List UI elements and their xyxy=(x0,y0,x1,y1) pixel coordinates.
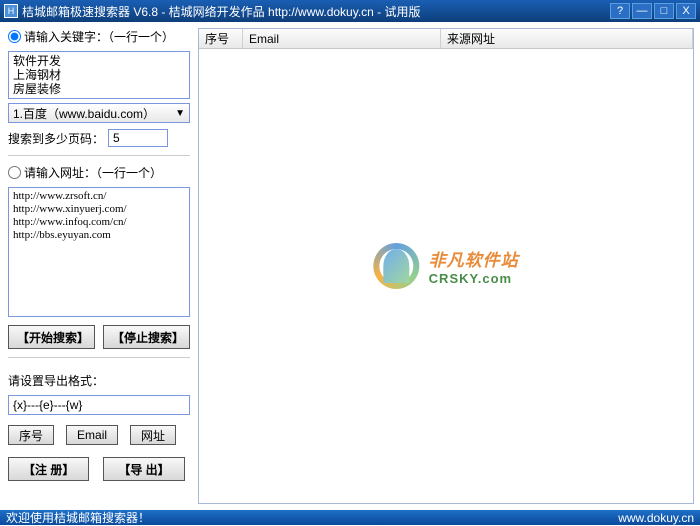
url-line: http://bbs.eyuyan.com xyxy=(13,229,185,242)
col-source-url[interactable]: 来源网址 xyxy=(441,29,693,48)
export-button[interactable]: 【导 出】 xyxy=(103,457,184,481)
keyword-line: 上海钢材 xyxy=(13,68,185,82)
main-area: 请输入关键字：（一行一个） 软件开发 上海钢材 房屋装修 1.百度（www.ba… xyxy=(0,22,700,510)
window-controls: ? — □ X xyxy=(610,3,696,19)
maximize-button[interactable]: □ xyxy=(654,3,674,19)
page-count-input[interactable] xyxy=(108,129,168,147)
watermark-logo-icon xyxy=(373,243,419,289)
keyword-label: 请输入关键字：（一行一个） xyxy=(24,28,174,45)
right-panel: 序号 Email 来源网址 非凡软件站 CRSKY.com xyxy=(198,22,700,510)
window-title: 桔城邮箱极速搜索器 V6.8 - 桔城网络开发作品 http://www.dok… xyxy=(22,3,610,20)
watermark-cn: 非凡软件站 xyxy=(429,246,519,271)
watermark-en: CRSKY.com xyxy=(429,271,519,286)
format-field-buttons: 序号 Email 网址 xyxy=(8,425,190,445)
keyword-mode-radio[interactable] xyxy=(8,30,21,43)
start-search-button[interactable]: 【开始搜索】 xyxy=(8,325,95,349)
url-line: http://www.xinyuerj.com/ xyxy=(13,203,185,216)
col-email[interactable]: Email xyxy=(243,29,441,48)
keyword-textarea[interactable]: 软件开发 上海钢材 房屋装修 xyxy=(8,51,190,99)
col-seq[interactable]: 序号 xyxy=(199,29,243,48)
page-count-row: 搜索到多少页码： xyxy=(8,129,190,147)
minimize-button[interactable]: — xyxy=(632,3,652,19)
keyword-radio-row: 请输入关键字：（一行一个） xyxy=(8,28,190,45)
keyword-line: 软件开发 xyxy=(13,54,185,68)
bottom-buttons: 【注 册】 【导 出】 xyxy=(8,457,190,481)
register-button[interactable]: 【注 册】 xyxy=(8,457,89,481)
statusbar: 欢迎使用桔城邮箱搜索器！ www.dokuy.cn xyxy=(0,510,700,525)
table-header: 序号 Email 来源网址 xyxy=(199,29,693,49)
results-table[interactable]: 序号 Email 来源网址 非凡软件站 CRSKY.com xyxy=(198,28,694,504)
close-button[interactable]: X xyxy=(676,3,696,19)
export-format-label: 请设置导出格式： xyxy=(8,372,190,389)
separator xyxy=(8,155,190,156)
insert-url-button[interactable]: 网址 xyxy=(130,425,176,445)
search-buttons-row: 【开始搜索】 【停止搜索】 xyxy=(8,325,190,349)
help-button[interactable]: ? xyxy=(610,3,630,19)
status-url: www.dokuy.cn xyxy=(618,511,694,525)
insert-email-button[interactable]: Email xyxy=(66,425,118,445)
chevron-down-icon: ▼ xyxy=(175,108,185,119)
page-count-label: 搜索到多少页码： xyxy=(8,130,104,147)
url-label: 请输入网址：（一行一个） xyxy=(24,164,162,181)
url-radio-row: 请输入网址：（一行一个） xyxy=(8,164,190,181)
url-textarea[interactable]: http://www.zrsoft.cn/ http://www.xinyuer… xyxy=(8,187,190,317)
titlebar: H 桔城邮箱极速搜索器 V6.8 - 桔城网络开发作品 http://www.d… xyxy=(0,0,700,22)
url-line: http://www.zrsoft.cn/ xyxy=(13,190,185,203)
url-line: http://www.infoq.com/cn/ xyxy=(13,216,185,229)
insert-seq-button[interactable]: 序号 xyxy=(8,425,54,445)
keyword-line: 房屋装修 xyxy=(13,82,185,96)
export-format-input[interactable] xyxy=(8,395,190,415)
app-icon: H xyxy=(4,4,18,18)
search-engine-dropdown[interactable]: 1.百度（www.baidu.com） ▼ xyxy=(8,103,190,123)
left-panel: 请输入关键字：（一行一个） 软件开发 上海钢材 房屋装修 1.百度（www.ba… xyxy=(0,22,198,510)
separator xyxy=(8,357,190,358)
status-welcome: 欢迎使用桔城邮箱搜索器！ xyxy=(6,509,150,526)
watermark: 非凡软件站 CRSKY.com xyxy=(373,243,518,289)
dropdown-value: 1.百度（www.baidu.com） xyxy=(13,105,155,122)
url-mode-radio[interactable] xyxy=(8,166,21,179)
stop-search-button[interactable]: 【停止搜索】 xyxy=(103,325,190,349)
